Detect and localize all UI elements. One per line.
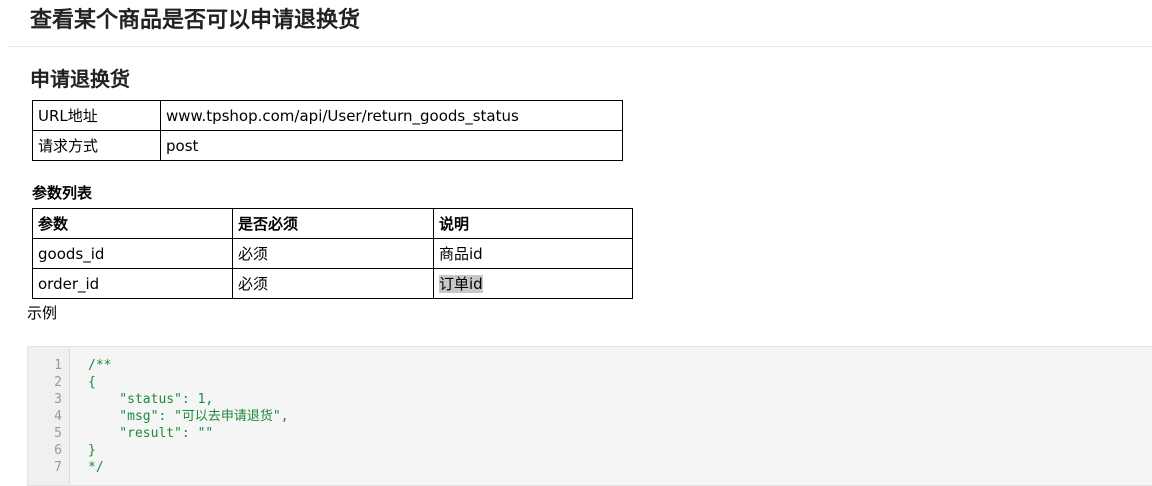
code-line: } [88, 443, 96, 458]
code-content: /** { "status": 1, "msg": "可以去申请退货", "re… [88, 357, 289, 476]
page-title: 查看某个商品是否可以申请退换货 [30, 7, 361, 33]
line-number: 5 [54, 426, 62, 441]
code-line: { [88, 375, 96, 390]
params-table: 参数 是否必须 说明 goods_id 必须 商品id order_id 必须 … [32, 208, 633, 299]
param-name: order_id [32, 268, 233, 299]
api-info-table: URL地址 www.tpshop.com/api/User/return_goo… [32, 100, 623, 161]
table-header-row: 参数 是否必须 说明 [32, 208, 633, 239]
code-line: "result": "" [88, 426, 214, 441]
line-number-gutter: 1 2 3 4 5 6 7 [28, 347, 70, 485]
line-number: 3 [54, 392, 62, 407]
table-row: URL地址 www.tpshop.com/api/User/return_goo… [32, 100, 623, 131]
selected-text[interactable]: 订单id [439, 275, 483, 293]
table-row: goods_id 必须 商品id [32, 238, 633, 269]
method-value: post [160, 130, 623, 161]
url-label: URL地址 [32, 100, 161, 131]
param-required: 必须 [232, 238, 434, 269]
params-heading: 参数列表 [32, 184, 93, 202]
code-line: "msg": "可以去申请退货", [88, 409, 289, 424]
line-number: 1 [54, 358, 62, 373]
param-name: goods_id [32, 238, 233, 269]
param-required: 必须 [232, 268, 434, 299]
code-line: "status": 1, [88, 392, 214, 407]
param-description: 商品id [433, 238, 633, 269]
line-number: 7 [54, 460, 62, 475]
line-number: 4 [54, 409, 62, 424]
example-heading: 示例 [27, 304, 58, 322]
column-header-required: 是否必须 [232, 208, 434, 239]
table-row: order_id 必须 订单id [32, 268, 633, 299]
method-label: 请求方式 [32, 130, 161, 161]
column-header-param: 参数 [32, 208, 233, 239]
url-value: www.tpshop.com/api/User/return_goods_sta… [160, 100, 623, 131]
column-header-description: 说明 [433, 208, 633, 239]
code-line: */ [88, 460, 104, 475]
section-title: 申请退换货 [30, 67, 130, 91]
code-line: /** [88, 358, 112, 373]
title-divider [8, 46, 1152, 47]
line-number: 6 [54, 443, 62, 458]
param-description: 订单id [433, 268, 633, 299]
line-number: 2 [54, 375, 62, 390]
code-block[interactable]: 1 2 3 4 5 6 7 /** { "status": 1, "msg": … [27, 346, 1152, 486]
table-row: 请求方式 post [32, 130, 623, 161]
